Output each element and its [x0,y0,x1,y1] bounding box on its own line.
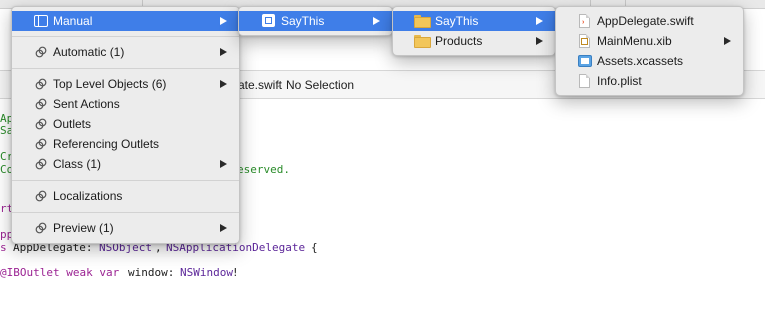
manual-icon [34,15,48,27]
code-keyword: s [0,241,7,254]
menu-item-saythis-project[interactable]: SayThis [239,11,392,31]
link-icon [35,222,47,234]
link-icon [35,78,47,90]
menu-item-label: Referencing Outlets [53,137,160,151]
menu-item-label: Preview (1) [53,221,114,235]
project-submenu: SayThis [238,6,393,36]
swift-file-icon: › [579,14,590,28]
menu-item-top-level-objects[interactable]: Top Level Objects (6) [12,74,239,94]
menu-item-label: Info.plist [597,74,642,88]
menu-item-label: AppDelegate.swift [597,14,694,28]
menu-item-label: Top Level Objects (6) [53,77,167,91]
menu-item-outlets[interactable]: Outlets [12,114,239,134]
menu-item-label: Class (1) [53,157,102,171]
link-icon [35,98,47,110]
menu-item-label: SayThis [281,14,325,28]
jumpbar-selection[interactable]: No Selection [286,78,354,92]
link-icon [35,46,47,58]
menu-item-label: Outlets [53,117,92,131]
menu-divider [12,212,239,213]
menu-item-label: Assets.xcassets [597,54,684,68]
code-comment: eserved. [237,163,290,176]
menu-item-appdelegate-swift[interactable]: › AppDelegate.swift [556,11,743,31]
link-icon [35,118,47,130]
chevron-right-icon [220,17,227,25]
code-text: window: [128,266,175,279]
menu-item-assets-xcassets[interactable]: Assets.xcassets [556,51,743,71]
code-type: NSWindow [180,266,233,279]
menu-item-class[interactable]: Class (1) [12,154,239,174]
menu-item-label: Products [435,34,483,48]
xcode-project-icon [262,14,275,27]
chevron-right-icon [220,80,227,88]
xib-file-icon [579,34,590,48]
menu-divider [12,68,239,69]
folder-icon [414,35,431,48]
folder-icon [414,15,431,28]
chevron-right-icon [220,160,227,168]
menu-item-localizations[interactable]: Localizations [12,186,239,206]
code-text: { [311,241,318,254]
menu-divider [12,180,239,181]
group-submenu: SayThis Products [392,6,556,56]
menu-item-mainmenu-xib[interactable]: MainMenu.xib [556,31,743,51]
menu-item-label: Localizations [53,189,123,203]
menu-item-label: SayThis [435,14,479,28]
menu-item-automatic[interactable]: Automatic (1) [12,42,239,62]
related-items-menu: Manual Automatic (1) Top Level Objects (… [11,6,240,244]
files-submenu: › AppDelegate.swift MainMenu.xib Assets.… [555,6,744,96]
asset-catalog-icon [578,55,592,67]
menu-item-preview[interactable]: Preview (1) [12,218,239,238]
chevron-right-icon [536,17,543,25]
menu-item-sent-actions[interactable]: Sent Actions [12,94,239,114]
menu-item-label: Automatic (1) [53,45,125,59]
code-text: ! [232,266,239,279]
chevron-right-icon [536,37,543,45]
chevron-right-icon: › [277,77,281,91]
menu-item-info-plist[interactable]: Info.plist [556,71,743,91]
link-icon [35,190,47,202]
link-icon [35,138,47,150]
link-icon [35,158,47,170]
menu-item-referencing-outlets[interactable]: Referencing Outlets [12,134,239,154]
menu-item-label: MainMenu.xib [597,34,672,48]
menu-item-manual[interactable]: Manual [12,11,239,31]
menu-divider [12,36,239,37]
menu-item-label: Sent Actions [53,97,120,111]
chevron-right-icon [220,224,227,232]
chevron-right-icon [220,48,227,56]
code-keyword: @IBOutlet weak var [0,266,120,279]
jumpbar-file[interactable]: ate.swift [238,78,282,92]
menu-item-saythis-group[interactable]: SayThis [393,11,555,31]
plist-file-icon [579,74,590,88]
menu-item-products[interactable]: Products [393,31,555,51]
menu-item-label: Manual [53,14,93,28]
chevron-right-icon [373,17,380,25]
chevron-right-icon [724,37,731,45]
